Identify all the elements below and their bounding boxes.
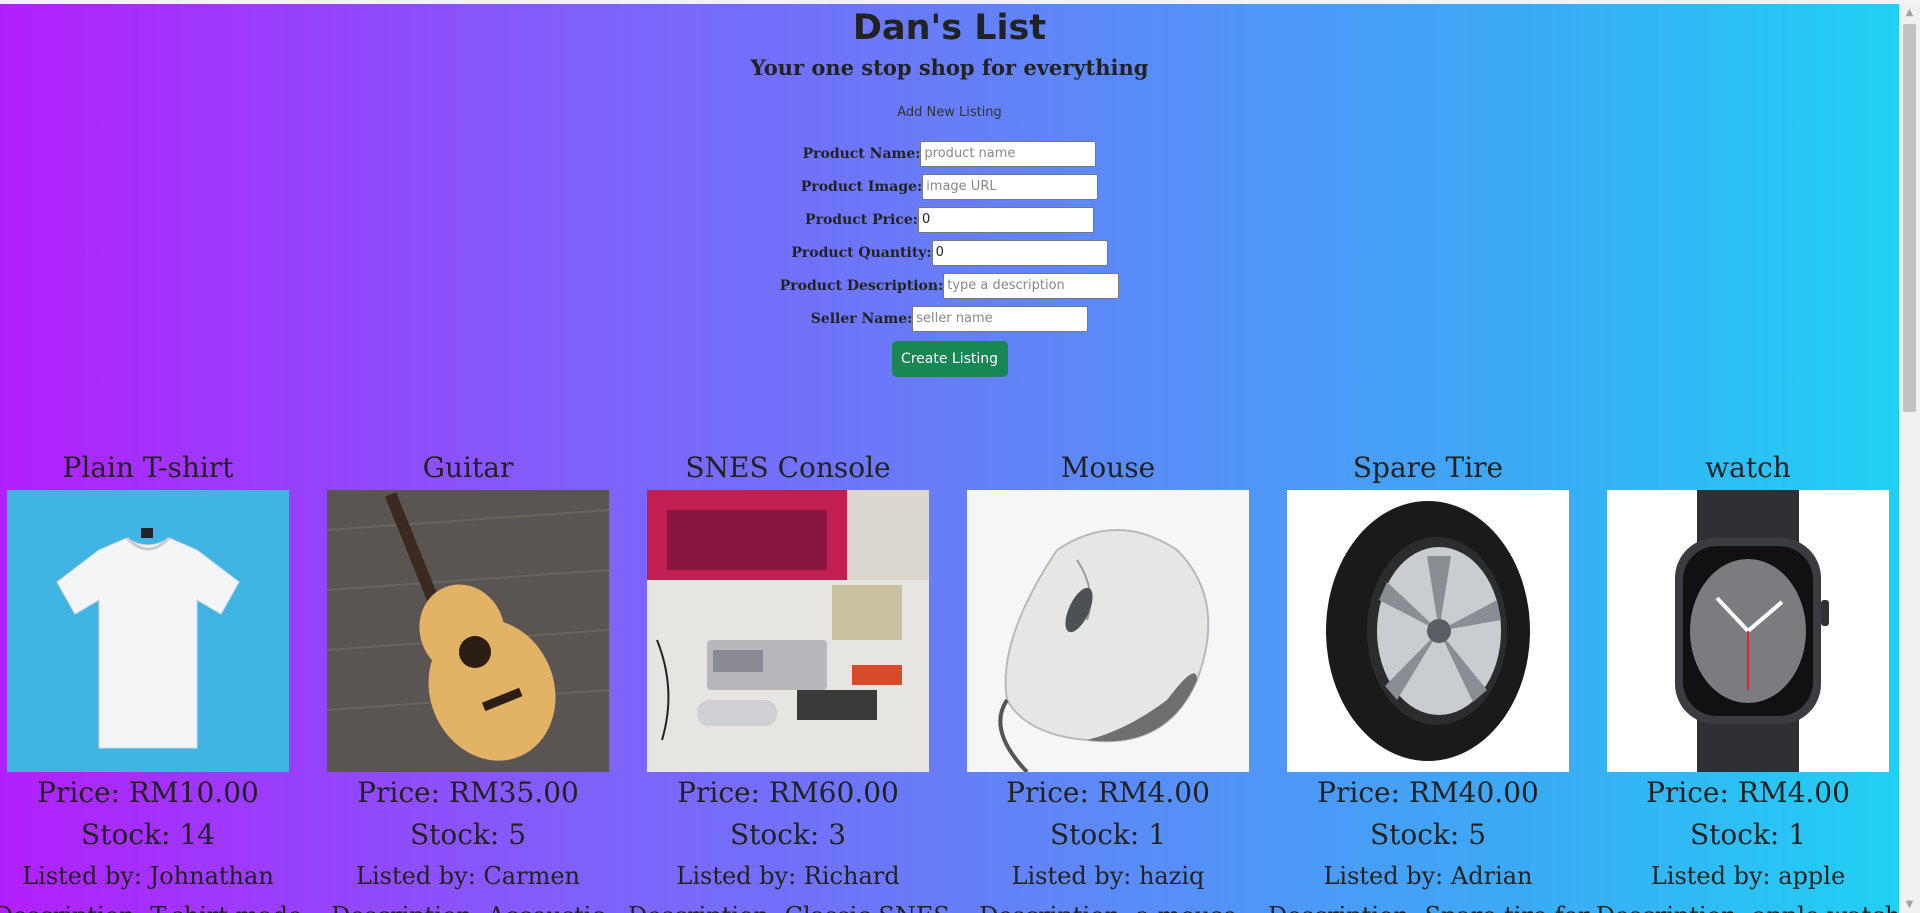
product-card: SNES Console Price: RM60.00 Stock: 3 Lis… xyxy=(628,450,950,913)
product-price: Price: RM4.00 xyxy=(1646,776,1850,809)
product-price: Price: RM40.00 xyxy=(1317,776,1539,809)
product-description: Description: T-shirt made xyxy=(0,896,308,913)
product-stock: Stock: 5 xyxy=(409,818,527,851)
site-tagline: Your one stop shop for everything xyxy=(750,55,1149,80)
product-card: Plain T-shirt Price: RM10.00 Stock: 14 L… xyxy=(0,450,308,913)
product-stock: Stock: 3 xyxy=(729,818,847,851)
product-price: Price: RM4.00 xyxy=(1006,776,1210,809)
product-stock: Stock: 1 xyxy=(1049,818,1167,851)
product-quantity-row: Product Quantity: xyxy=(0,236,1899,269)
product-price-input[interactable] xyxy=(917,206,1094,233)
product-image-label: Product Image: xyxy=(800,178,923,195)
product-description-row: Product Description: xyxy=(0,269,1899,302)
header: Dan's List Your one stop shop for everyt… xyxy=(0,4,1899,377)
product-seller: Listed by: apple xyxy=(1650,862,1846,890)
product-description-label: Product Description: xyxy=(779,277,944,294)
product-card: Guitar Price: RM35.00 Stock: 5 Listed by… xyxy=(308,450,628,913)
product-seller: Listed by: Carmen xyxy=(356,862,580,890)
product-card: Spare Tire Price: RM40.00 Stock: 5 Liste… xyxy=(1268,450,1590,913)
snes-console-image[interactable] xyxy=(647,490,929,772)
product-quantity-label: Product Quantity: xyxy=(791,244,932,261)
vertical-scrollbar[interactable]: ▲ ▼ xyxy=(1899,4,1920,913)
product-description: Description: apple watch xyxy=(1588,896,1899,913)
product-description: Description: Accoustic xyxy=(308,896,628,913)
product-stock: Stock: 14 xyxy=(81,818,215,851)
product-image-row: Product Image: xyxy=(0,170,1899,203)
product-name: Guitar xyxy=(422,451,514,484)
product-seller: Listed by: Adrian xyxy=(1323,862,1533,890)
product-image-input[interactable] xyxy=(922,173,1099,200)
product-price: Price: RM10.00 xyxy=(37,776,259,809)
tshirt-image[interactable] xyxy=(7,490,289,772)
site-title: Dan's List xyxy=(852,8,1047,48)
seller-name-row: Seller Name: xyxy=(0,302,1899,335)
product-name-input[interactable] xyxy=(920,140,1097,167)
scrollbar-thumb[interactable] xyxy=(1903,24,1916,412)
product-name: SNES Console xyxy=(685,451,891,484)
guitar-image[interactable] xyxy=(327,490,609,772)
product-seller: Listed by: haziq xyxy=(1011,862,1205,890)
mouse-image[interactable] xyxy=(967,490,1249,772)
form-title: Add New Listing xyxy=(897,105,1002,120)
new-listing-form: Product Name: Product Image: Product Pri… xyxy=(0,137,1899,377)
product-price: Price: RM60.00 xyxy=(677,776,899,809)
product-name: Plain T-shirt xyxy=(62,451,234,484)
product-name-row: Product Name: xyxy=(0,137,1899,170)
tire-image[interactable] xyxy=(1287,490,1569,772)
product-seller: Listed by: Johnathan xyxy=(22,862,274,890)
seller-name-label: Seller Name: xyxy=(810,310,913,327)
product-price: Price: RM35.00 xyxy=(357,776,579,809)
product-card: Mouse Price: RM4.00 Stock: 1 Listed by: … xyxy=(948,450,1268,913)
product-price-label: Product Price: xyxy=(805,211,918,228)
product-description: Description: Classic SNES xyxy=(628,896,950,913)
watch-image[interactable] xyxy=(1607,490,1889,772)
product-stock: Stock: 1 xyxy=(1689,818,1807,851)
product-stock: Stock: 5 xyxy=(1369,818,1487,851)
product-quantity-input[interactable] xyxy=(931,239,1108,266)
product-description-input[interactable] xyxy=(943,272,1120,299)
product-seller: Listed by: Richard xyxy=(676,862,900,890)
product-name-label: Product Name: xyxy=(802,145,921,162)
product-card: watch Price: RM4.00 Stock: 1 Listed by: xyxy=(1588,450,1899,913)
product-name: Mouse xyxy=(1060,451,1156,484)
scroll-up-arrow-icon[interactable]: ▲ xyxy=(1899,4,1920,21)
product-description: Description: Spare tire for xyxy=(1268,896,1590,913)
product-description: Description: a mouse xyxy=(948,896,1268,913)
product-name: Spare Tire xyxy=(1352,451,1504,484)
product-price-row: Product Price: xyxy=(0,203,1899,236)
seller-name-input[interactable] xyxy=(912,305,1089,332)
create-listing-button[interactable]: Create Listing xyxy=(891,341,1008,377)
scroll-down-arrow-icon[interactable]: ▼ xyxy=(1899,896,1920,913)
page-viewport: Dan's List Your one stop shop for everyt… xyxy=(0,4,1899,913)
product-name: watch xyxy=(1705,451,1791,484)
